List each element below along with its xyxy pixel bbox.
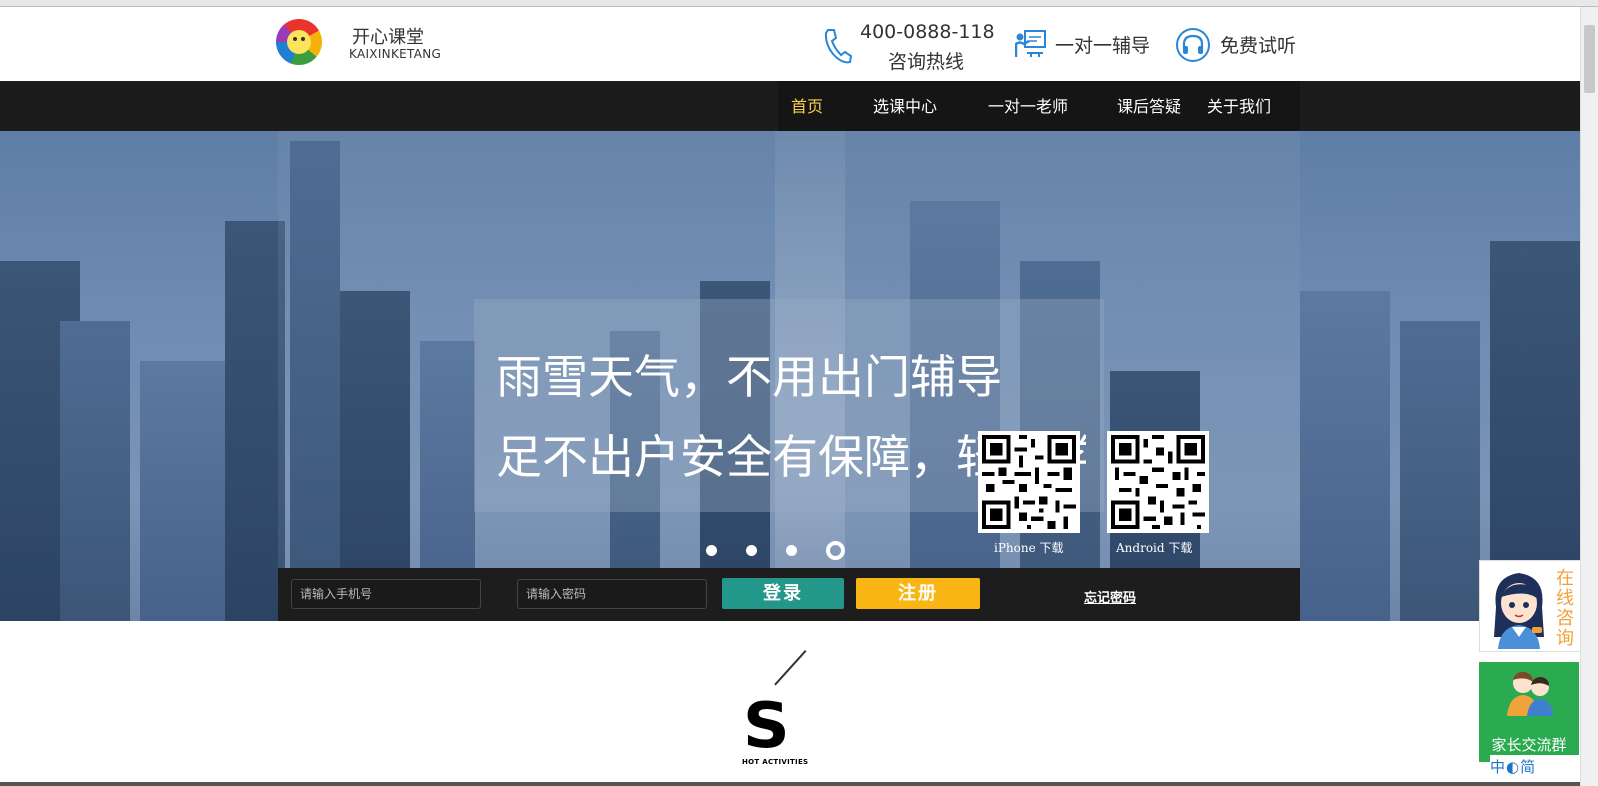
carousel-dot[interactable] xyxy=(746,545,757,556)
hotline-number[interactable]: 400-0888-118 xyxy=(860,21,995,43)
phone-input[interactable]: 请输入手机号 xyxy=(291,579,481,609)
carousel-dot[interactable] xyxy=(786,545,797,556)
brand-subtitle: KAIXINKETANG xyxy=(349,47,442,61)
qr-code-android xyxy=(1107,431,1209,533)
main-nav-bar: 首页 选课中心 一对一老师 课后答疑 关于我们 xyxy=(0,81,1580,131)
login-bar: 请输入手机号 请输入密码 登录 注册 忘记密码 xyxy=(278,568,1300,621)
main-nav: 首页 选课中心 一对一老师 课后答疑 关于我们 xyxy=(778,81,1300,131)
password-input[interactable]: 请输入密码 xyxy=(517,579,707,609)
section-logo-letter: S xyxy=(742,689,790,762)
vertical-scrollbar[interactable] xyxy=(1580,7,1598,786)
tutor-board-icon xyxy=(1015,30,1046,57)
one-on-one-link[interactable]: 一对一辅导 xyxy=(1055,31,1150,58)
headset-icon xyxy=(1176,28,1210,62)
hotline-label: 咨询热线 xyxy=(888,51,965,73)
consultant-avatar-icon xyxy=(1494,573,1544,649)
qr-android-label: Android 下载 xyxy=(1116,541,1193,555)
scrollbar-thumb[interactable] xyxy=(1584,25,1595,93)
language-toggle[interactable]: 中◐简 xyxy=(1490,755,1580,779)
bottom-strip xyxy=(0,782,1580,786)
brand-name: 开心课堂 xyxy=(352,27,424,48)
site-header: 开心课堂 KAIXINKETANG 400-0888-118 咨询热线 一对一辅… xyxy=(0,7,1580,81)
hero-building xyxy=(1400,321,1480,621)
parent-group-label: 家长交流群 xyxy=(1491,736,1567,754)
qr-code-iphone xyxy=(978,431,1080,533)
section-subtitle: HOT ACTIVITIES xyxy=(742,758,809,766)
qr-android-graphic xyxy=(1107,431,1209,533)
phone-icon xyxy=(824,29,852,64)
carousel-dot-active[interactable] xyxy=(826,541,845,560)
hero-building xyxy=(60,321,130,621)
free-trial-link[interactable]: 免费试听 xyxy=(1220,31,1296,58)
parents-group-icon xyxy=(1507,671,1553,716)
nav-item-home[interactable]: 首页 xyxy=(791,81,823,131)
parent-group-widget[interactable]: 家长交流群 xyxy=(1479,662,1579,762)
logo-icon[interactable] xyxy=(276,19,322,65)
qr-iphone-label: iPhone 下载 xyxy=(994,541,1064,555)
hero-building xyxy=(290,141,340,621)
nav-item-about[interactable]: 关于我们 xyxy=(1207,81,1271,131)
decorative-line xyxy=(774,650,807,686)
online-consult-label: 在线咨询 xyxy=(1556,568,1574,649)
carousel-dot[interactable] xyxy=(706,545,717,556)
register-button[interactable]: 注册 xyxy=(856,578,980,609)
browser-top-strip xyxy=(0,0,1598,7)
hero-building xyxy=(225,221,285,621)
online-consult-widget[interactable]: 在线咨询 xyxy=(1479,560,1581,652)
qr-iphone-graphic xyxy=(978,431,1080,533)
hero-headline: 雨雪天气，不用出门辅导 xyxy=(496,350,1002,404)
nav-item-teachers[interactable]: 一对一老师 xyxy=(988,81,1068,131)
nav-item-courses[interactable]: 选课中心 xyxy=(873,81,937,131)
hero-building xyxy=(140,361,230,621)
forgot-password-link[interactable]: 忘记密码 xyxy=(1084,587,1136,606)
login-button[interactable]: 登录 xyxy=(722,578,844,609)
nav-item-qa[interactable]: 课后答疑 xyxy=(1117,81,1181,131)
hero-building xyxy=(1300,291,1390,621)
hero-banner: 雨雪天气，不用出门辅导 足不出户安全有保障，轻松学习 iPhone 下载 And… xyxy=(0,131,1580,621)
